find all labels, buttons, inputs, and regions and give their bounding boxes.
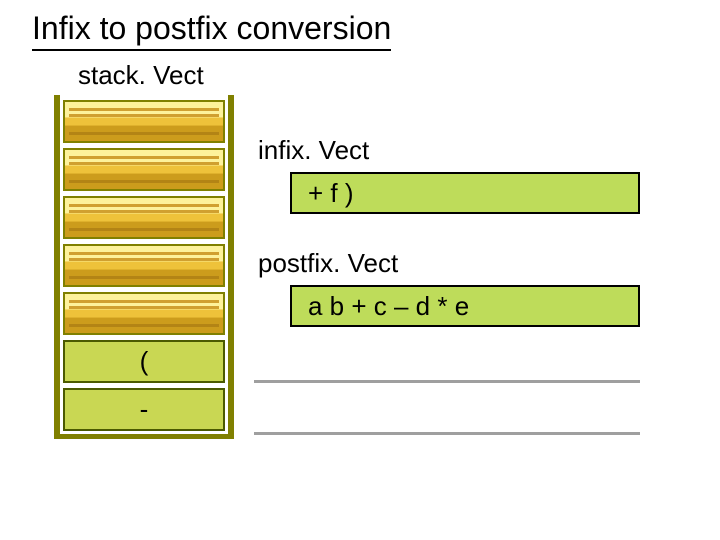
divider-line — [254, 432, 640, 435]
stack-bottom — [54, 434, 234, 439]
stack-slot-text — [65, 246, 223, 285]
stack-slot — [63, 100, 225, 143]
stack-slot-text — [65, 294, 223, 333]
stack-slot — [63, 196, 225, 239]
postfix-box: a b + c – d * e — [290, 285, 640, 327]
stack-label: stack. Vect — [78, 60, 204, 91]
stack-slot: ( — [63, 340, 225, 383]
stack-slot-text: ( — [65, 342, 223, 381]
stack-slot — [63, 292, 225, 335]
stack-slot — [63, 244, 225, 287]
stack-container: ( - — [60, 98, 228, 434]
stack-slot-text: - — [65, 390, 223, 429]
postfix-label: postfix. Vect — [258, 248, 398, 279]
page-title: Infix to postfix conversion — [32, 10, 391, 51]
divider-line — [254, 380, 640, 383]
stack-slot-text — [65, 150, 223, 189]
stack-slot — [63, 148, 225, 191]
stack-slot-text — [65, 198, 223, 237]
infix-box: + f ) — [290, 172, 640, 214]
infix-label: infix. Vect — [258, 135, 369, 166]
stack-slot: - — [63, 388, 225, 431]
postfix-value: a b + c – d * e — [308, 291, 469, 322]
infix-value: + f ) — [308, 178, 354, 209]
stack-wall-right — [228, 95, 234, 437]
stack-slot-text — [65, 102, 223, 141]
